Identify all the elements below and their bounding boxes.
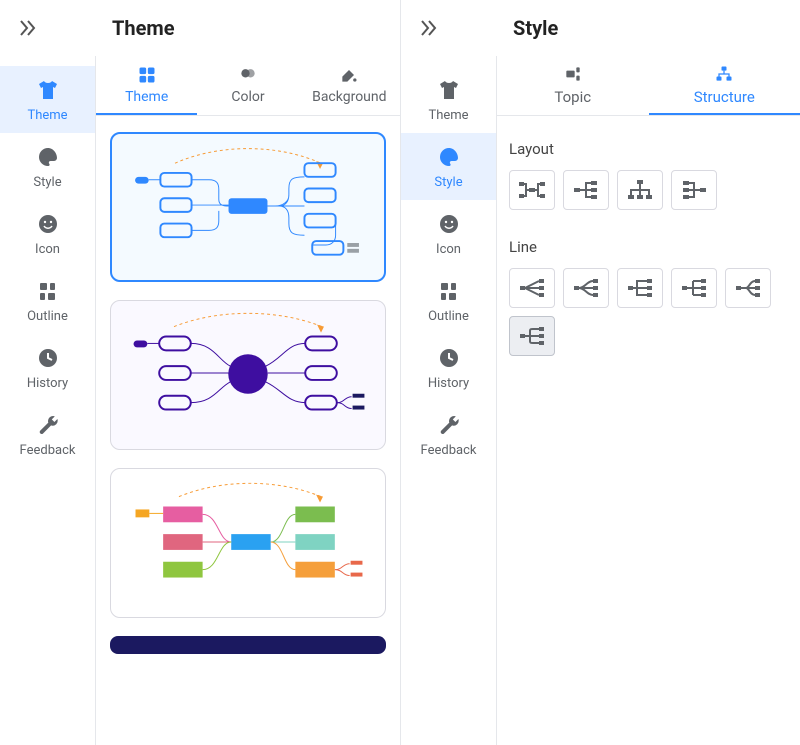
sidebar-item-style[interactable]: Style	[401, 133, 496, 200]
line-options	[509, 268, 788, 356]
squares-icon	[137, 65, 157, 85]
layout-option-right[interactable]	[563, 170, 609, 210]
sidebar-item-theme[interactable]: Theme	[0, 66, 95, 133]
smiley-icon	[437, 212, 461, 236]
sidebar-item-label: Style	[33, 175, 61, 190]
panel-theme: Theme Theme Style Icon	[0, 0, 400, 745]
line-option-5[interactable]	[725, 268, 771, 308]
panel-title: Style	[513, 16, 558, 40]
clock-icon	[36, 346, 60, 370]
sidebar-item-label: Feedback	[20, 443, 76, 458]
shirt-icon	[36, 78, 60, 102]
layout-option-biradial[interactable]	[509, 170, 555, 210]
sidebar-item-history[interactable]: History	[0, 334, 95, 401]
clock-icon	[437, 346, 461, 370]
tab-structure[interactable]: Structure	[649, 56, 800, 115]
line-option-1[interactable]	[509, 268, 555, 308]
layout-option-left[interactable]	[671, 170, 717, 210]
layout-options	[509, 170, 788, 210]
collapse-button[interactable]	[409, 8, 449, 48]
topic-icon	[563, 64, 583, 84]
sidebar-item-icon[interactable]: Icon	[0, 200, 95, 267]
tab-background[interactable]: Background	[299, 56, 400, 115]
tab-theme[interactable]: Theme	[96, 56, 197, 115]
layout-label: Layout	[509, 140, 788, 158]
sidebar-item-feedback[interactable]: Feedback	[401, 401, 496, 468]
panel-header: Style	[401, 0, 800, 56]
sidebar-item-style[interactable]: Style	[0, 133, 95, 200]
structure-body: Layout Line	[497, 116, 800, 745]
theme-preview-icon	[112, 134, 384, 280]
smiley-icon	[36, 212, 60, 236]
theme-list[interactable]	[96, 116, 400, 745]
structure-icon	[714, 64, 734, 84]
tab-label: Topic	[554, 88, 591, 106]
tab-label: Structure	[694, 88, 755, 106]
line-option-6[interactable]	[509, 316, 555, 356]
line-option-4[interactable]	[671, 268, 717, 308]
style-tabs: Topic Structure	[497, 56, 800, 116]
outline-icon	[437, 279, 461, 303]
tab-topic[interactable]: Topic	[497, 56, 649, 115]
panel-header: Theme	[0, 0, 400, 56]
sidebar-item-outline[interactable]: Outline	[401, 267, 496, 334]
line-option-2[interactable]	[563, 268, 609, 308]
wrench-icon	[36, 413, 60, 437]
theme-content: Theme Color Background	[96, 56, 400, 745]
tab-label: Color	[231, 89, 264, 105]
palette-icon	[36, 145, 60, 169]
style-content: Topic Structure Layout	[497, 56, 800, 745]
theme-option-multicolor[interactable]	[110, 468, 386, 618]
sidebar-item-label: Theme	[428, 108, 468, 123]
layout-option-tree[interactable]	[617, 170, 663, 210]
sidebar-item-label: Theme	[27, 108, 67, 123]
sidebar-item-label: History	[428, 376, 469, 391]
palette-icon	[437, 145, 461, 169]
shirt-icon	[437, 78, 461, 102]
sidebar-item-label: Icon	[35, 242, 60, 257]
panel-title: Theme	[112, 16, 175, 40]
sidebar-item-history[interactable]: History	[401, 334, 496, 401]
theme-option-next[interactable]	[110, 636, 386, 654]
theme-tabs: Theme Color Background	[96, 56, 400, 116]
paint-icon	[339, 65, 359, 85]
sidebar-item-label: Style	[434, 175, 462, 190]
sidebar-item-label: Outline	[428, 309, 469, 324]
line-option-3[interactable]	[617, 268, 663, 308]
outline-icon	[36, 279, 60, 303]
wrench-icon	[437, 413, 461, 437]
sidebar: Theme Style Icon Outline	[401, 56, 497, 745]
theme-option-purple[interactable]	[110, 300, 386, 450]
sidebar-item-label: History	[27, 376, 68, 391]
theme-preview-icon	[111, 301, 385, 449]
tab-label: Background	[312, 89, 386, 105]
collapse-button[interactable]	[8, 8, 48, 48]
theme-option-blue[interactable]	[110, 132, 386, 282]
tab-label: Theme	[125, 89, 168, 105]
tab-color[interactable]: Color	[197, 56, 298, 115]
sidebar: Theme Style Icon Outline	[0, 56, 96, 745]
sidebar-item-label: Icon	[436, 242, 461, 257]
circles-icon	[238, 65, 258, 85]
panel-style: Style Theme Style Icon	[400, 0, 800, 745]
sidebar-item-icon[interactable]: Icon	[401, 200, 496, 267]
sidebar-item-label: Outline	[27, 309, 68, 324]
sidebar-item-label: Feedback	[421, 443, 477, 458]
sidebar-item-outline[interactable]: Outline	[0, 267, 95, 334]
sidebar-item-feedback[interactable]: Feedback	[0, 401, 95, 468]
line-label: Line	[509, 238, 788, 256]
sidebar-item-theme[interactable]: Theme	[401, 66, 496, 133]
theme-preview-icon	[111, 469, 385, 617]
